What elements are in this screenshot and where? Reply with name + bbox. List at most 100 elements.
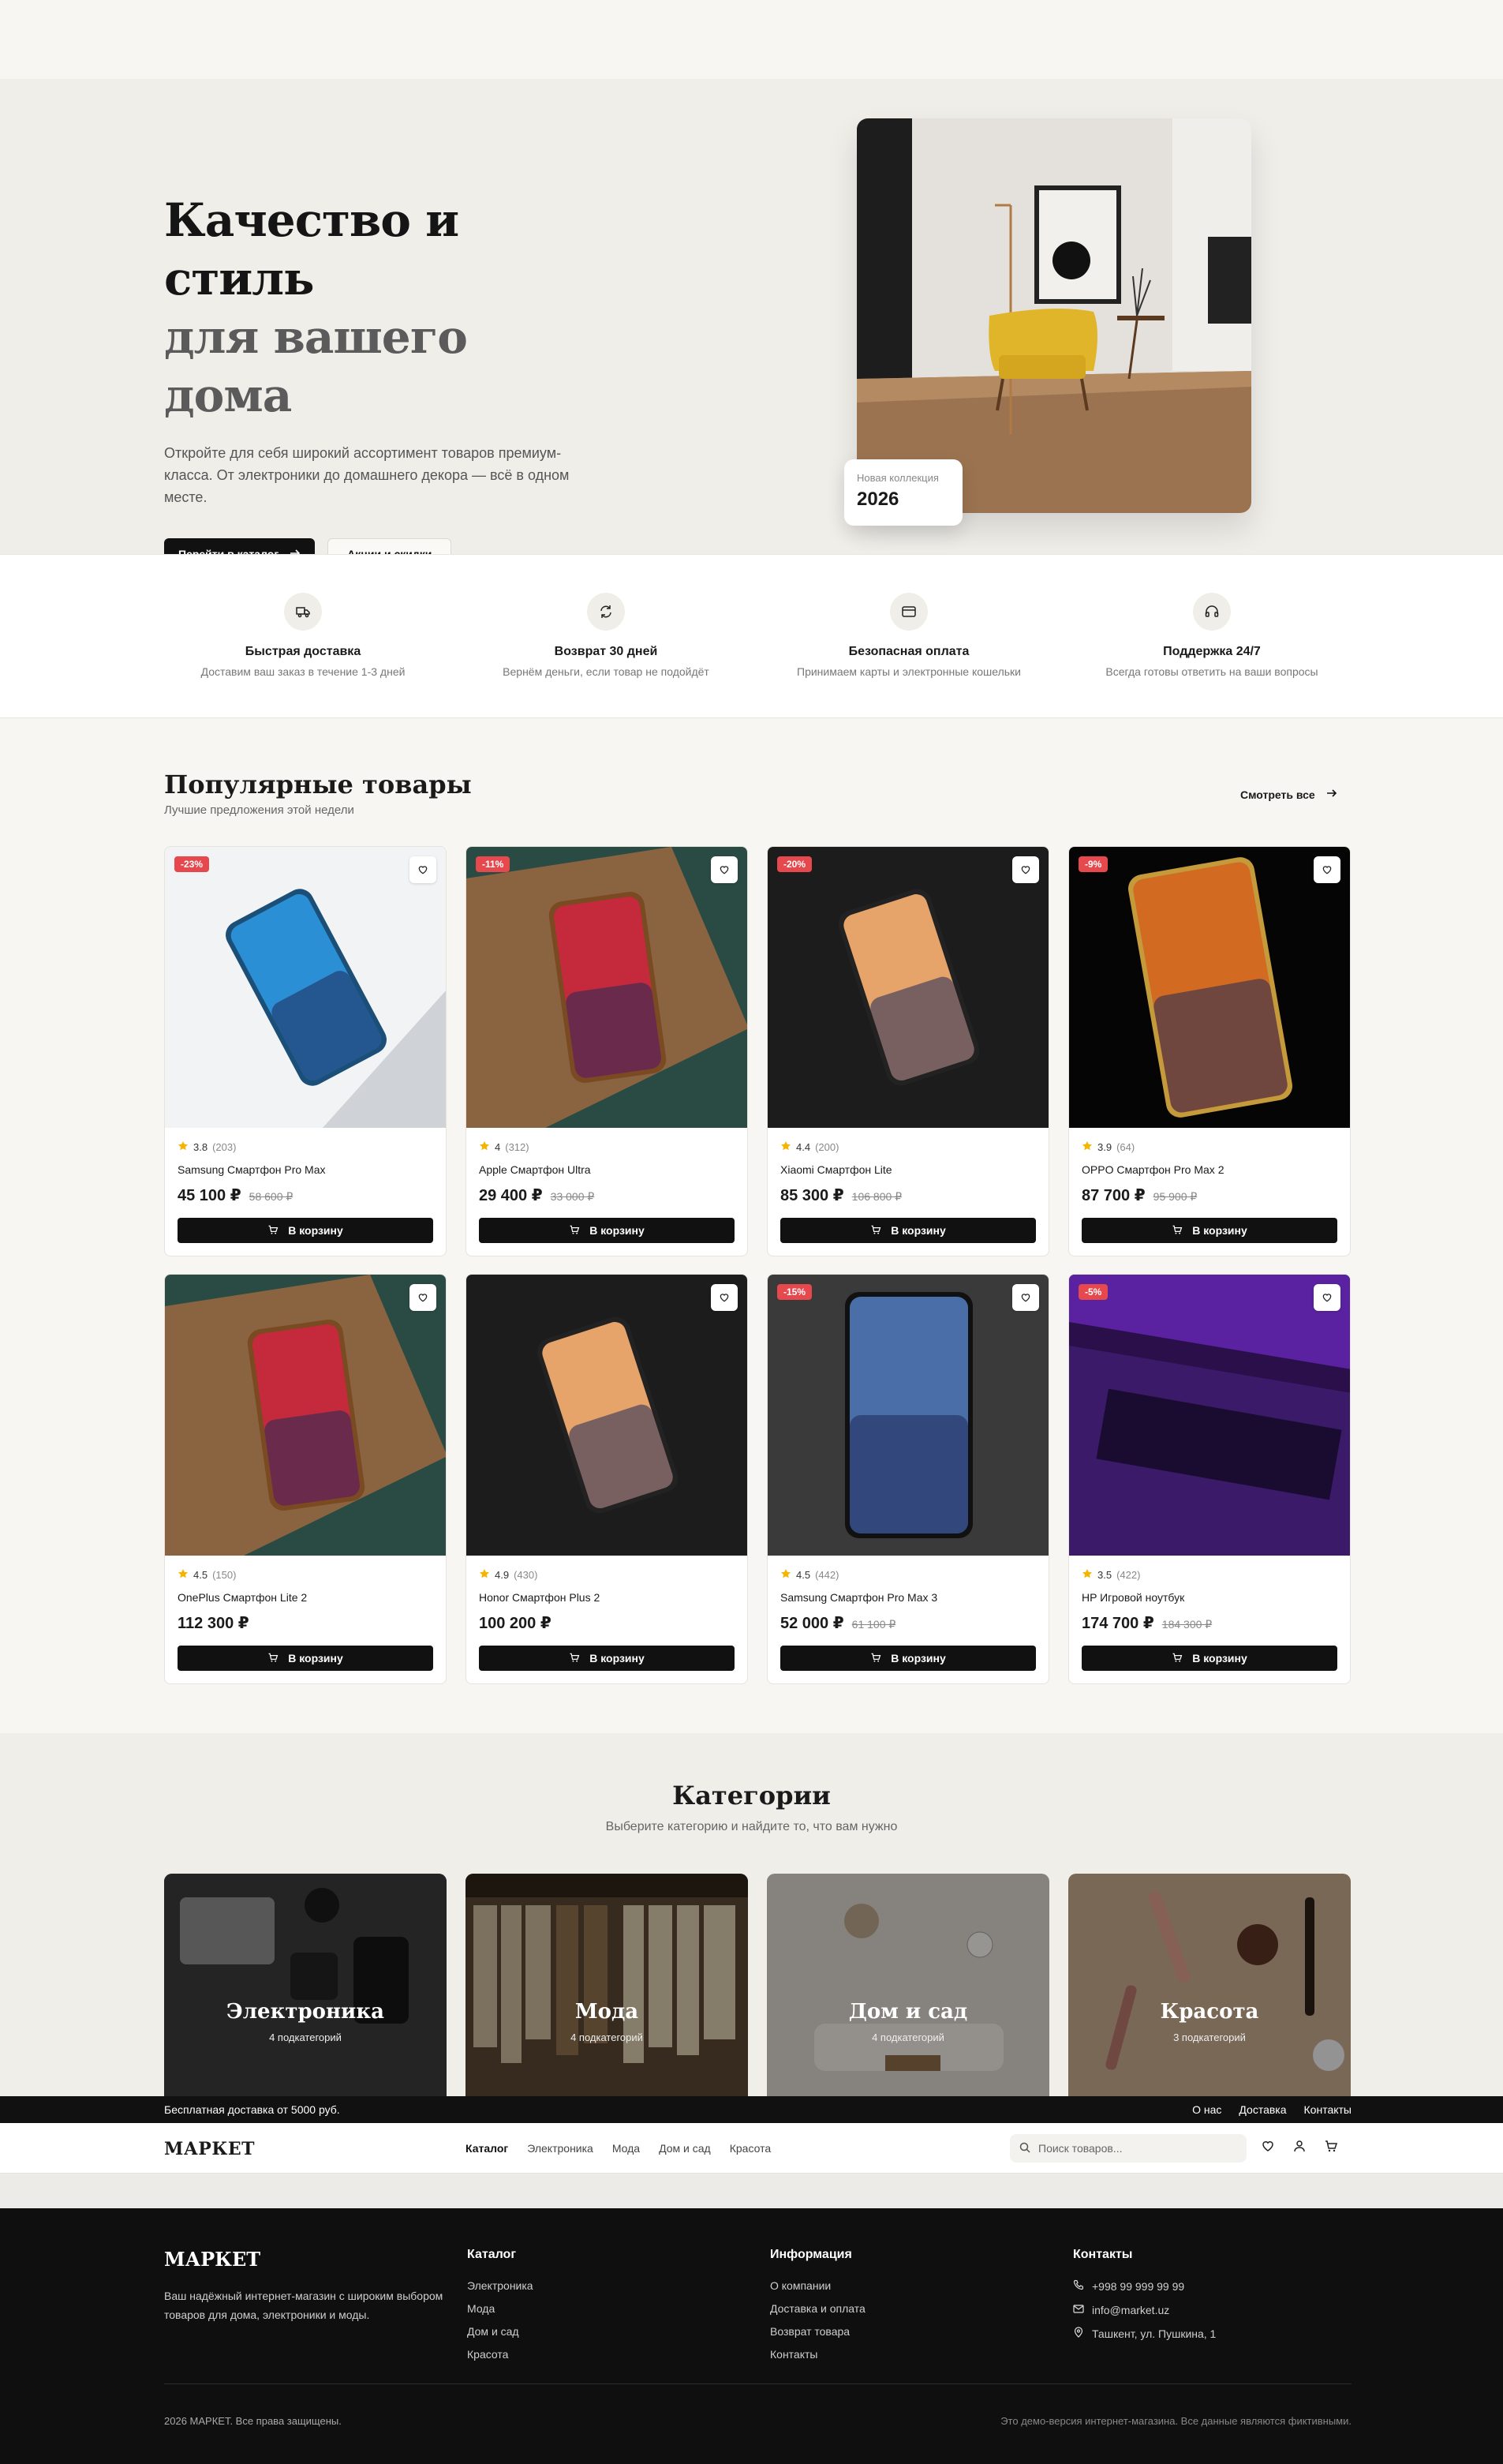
product-name[interactable]: Samsung Смартфон Pro Max — [178, 1163, 433, 1176]
footer-email[interactable]: info@market.uz — [1073, 2303, 1216, 2316]
search-input[interactable]: Поиск товаров... — [1010, 2134, 1247, 2163]
footer-link[interactable]: Дом и сад — [467, 2325, 533, 2338]
rating-count: (422) — [1116, 1569, 1141, 1581]
footer-address: Ташкент, ул. Пушкина, 1 — [1073, 2327, 1216, 2340]
product-image[interactable]: -11% — [466, 847, 747, 1128]
product-name[interactable]: Apple Смартфон Ultra — [479, 1163, 735, 1176]
product-old-price: 106 800 ₽ — [851, 1190, 903, 1203]
heart-icon[interactable] — [1261, 2139, 1275, 2157]
nav-item-electronics[interactable]: Электроника — [527, 2142, 593, 2155]
product-name[interactable]: Xiaomi Смартфон Lite — [780, 1163, 1036, 1176]
product-card[interactable]: -5% 3.5 (422) HP Игровой ноутбук 174 700 ₽ 18… — [1068, 1274, 1351, 1684]
logo[interactable]: МАРКЕТ — [164, 2139, 255, 2159]
footer-logo[interactable]: МАРКЕТ — [164, 2248, 448, 2271]
categories-subtitle: Выберите категорию и найдите то, что вам… — [605, 1820, 898, 1833]
product-card[interactable]: -11% 4 (312) Apple Смартфон Ultra 29 400 ₽ 33… — [465, 846, 748, 1256]
product-rating: 4 (312) — [479, 1140, 735, 1154]
product-image[interactable]: -23% — [165, 847, 446, 1128]
add-to-cart-button[interactable]: В корзину — [479, 1646, 735, 1671]
footer-link[interactable]: Контакты — [770, 2348, 866, 2361]
product-card[interactable]: -15% 4.5 (442) Samsung Смартфон Pro Max 3 52… — [767, 1274, 1049, 1684]
search-placeholder: Поиск товаров... — [1038, 2142, 1123, 2155]
product-image[interactable]: -15% — [768, 1275, 1049, 1556]
product-prices: 87 700 ₽ 95 900 ₽ — [1082, 1185, 1337, 1205]
star-icon — [178, 1140, 189, 1154]
add-to-cart-button[interactable]: В корзину — [178, 1646, 433, 1671]
heart-icon[interactable] — [711, 856, 738, 883]
user-icon[interactable] — [1292, 2139, 1307, 2157]
category-card-beauty[interactable]: Красота 3 подкатегорий — [1068, 1874, 1351, 2096]
rating-count: (430) — [514, 1569, 538, 1581]
heart-icon[interactable] — [1314, 856, 1340, 883]
promo-link-contacts[interactable]: Контакты — [1304, 2103, 1352, 2116]
product-card[interactable]: -20% 4.4 (200) Xiaomi Смартфон Lite 85 300 ₽… — [767, 846, 1049, 1256]
nav-item-fashion[interactable]: Мода — [612, 2142, 640, 2155]
cart-icon — [1172, 1224, 1183, 1238]
promo-link-about[interactable]: О нас — [1192, 2103, 1221, 2116]
product-image[interactable]: -9% — [1069, 847, 1350, 1128]
category-card-fashion[interactable]: Мода 4 подкатегорий — [465, 1874, 748, 2096]
product-image[interactable]: -5% — [1069, 1275, 1350, 1556]
footer-link[interactable]: Мода — [467, 2302, 533, 2315]
feature-title: Возврат 30 дней — [554, 645, 658, 658]
truck-icon — [284, 593, 322, 631]
add-to-cart-button[interactable]: В корзину — [780, 1646, 1036, 1671]
discount-badge: -20% — [777, 856, 813, 872]
star-icon — [1082, 1568, 1093, 1582]
headphones-icon — [1193, 593, 1231, 631]
feature-delivery: Быстрая доставка Доставим ваш заказ в те… — [151, 593, 454, 678]
see-all-link[interactable]: Смотреть все — [1240, 788, 1337, 801]
product-old-price: 95 900 ₽ — [1153, 1190, 1198, 1203]
add-to-cart-button[interactable]: В корзину — [780, 1218, 1036, 1243]
add-to-cart-button[interactable]: В корзину — [1082, 1646, 1337, 1671]
nav-item-beauty[interactable]: Красота — [730, 2142, 771, 2155]
cart-icon[interactable] — [1324, 2139, 1338, 2157]
rating-value: 3.8 — [193, 1141, 208, 1153]
footer-link[interactable]: Электроника — [467, 2279, 533, 2292]
heart-icon[interactable] — [409, 1284, 436, 1311]
discount-badge: -23% — [174, 856, 210, 872]
product-name[interactable]: HP Игровой ноутбук — [1082, 1591, 1337, 1604]
product-name[interactable]: OPPO Смартфон Pro Max 2 — [1082, 1163, 1337, 1176]
product-name[interactable]: Honor Смартфон Plus 2 — [479, 1591, 735, 1604]
heart-icon[interactable] — [711, 1284, 738, 1311]
product-image[interactable] — [466, 1275, 747, 1556]
rating-count: (203) — [212, 1141, 237, 1153]
footer-link[interactable]: О компании — [770, 2279, 866, 2292]
product-image[interactable]: -20% — [768, 847, 1049, 1128]
add-to-cart-label: В корзину — [589, 1652, 645, 1665]
add-to-cart-button[interactable]: В корзину — [178, 1218, 433, 1243]
add-to-cart-button[interactable]: В корзину — [1082, 1218, 1337, 1243]
category-count: 4 подкатегорий — [570, 2031, 643, 2043]
heart-icon[interactable] — [1012, 856, 1039, 883]
badge-value: 2026 — [857, 489, 899, 510]
footer-catalog-title: Каталог — [467, 2248, 516, 2261]
product-card[interactable]: 4.9 (430) Honor Смартфон Plus 2 100 200 ₽ В … — [465, 1274, 748, 1684]
promo-link-delivery[interactable]: Доставка — [1239, 2103, 1286, 2116]
rating-value: 4.5 — [796, 1569, 811, 1581]
product-image[interactable] — [165, 1275, 446, 1556]
product-prices: 112 300 ₽ — [178, 1613, 433, 1633]
product-name[interactable]: OnePlus Смартфон Lite 2 — [178, 1591, 433, 1604]
product-info: 4.5 (442) Samsung Смартфон Pro Max 3 52 000… — [768, 1556, 1049, 1683]
rating-count: (150) — [212, 1569, 237, 1581]
heart-icon[interactable] — [1314, 1284, 1340, 1311]
footer-link[interactable]: Возврат товара — [770, 2325, 866, 2338]
footer-link[interactable]: Доставка и оплата — [770, 2302, 866, 2315]
add-to-cart-label: В корзину — [1192, 1652, 1247, 1665]
add-to-cart-button[interactable]: В корзину — [479, 1218, 735, 1243]
nav-item-catalog[interactable]: Каталог — [465, 2142, 508, 2155]
footer-link[interactable]: Красота — [467, 2348, 533, 2361]
heart-icon[interactable] — [409, 856, 436, 883]
product-card[interactable]: -9% 3.9 (64) OPPO Смартфон Pro Max 2 87 700 … — [1068, 846, 1351, 1256]
product-card[interactable]: 4.5 (150) OnePlus Смартфон Lite 2 112 300 ₽… — [164, 1274, 447, 1684]
footer-description: Ваш надёжный интернет-магазин с широким … — [164, 2290, 443, 2321]
footer-phone[interactable]: +998 99 999 99 99 — [1073, 2279, 1216, 2293]
cart-icon — [1172, 1652, 1183, 1665]
category-card-home[interactable]: Дом и сад 4 подкатегорий — [767, 1874, 1049, 2096]
heart-icon[interactable] — [1012, 1284, 1039, 1311]
category-card-electronics[interactable]: Электроника 4 подкатегорий — [164, 1874, 447, 2096]
nav-item-home[interactable]: Дом и сад — [659, 2142, 711, 2155]
product-name[interactable]: Samsung Смартфон Pro Max 3 — [780, 1591, 1036, 1604]
product-card[interactable]: -23% 3.8 (203) Samsung Смартфон Pro Max 45 1… — [164, 846, 447, 1256]
